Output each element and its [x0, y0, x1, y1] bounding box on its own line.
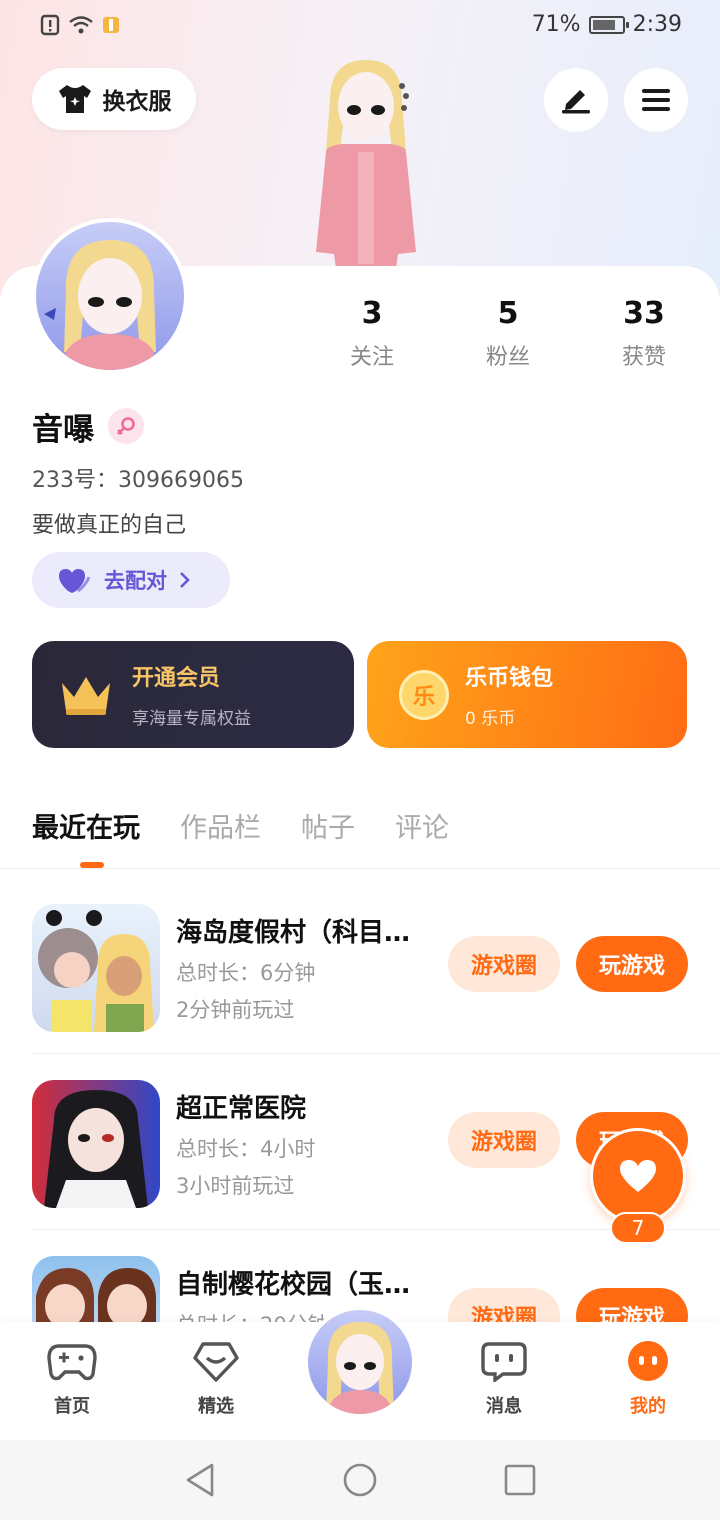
game-row[interactable]: 海岛度假村（科目… 总时长：6分钟 2分钟前玩过 游戏圈 玩游戏	[32, 904, 720, 1064]
nav-label-featured: 精选	[198, 1396, 234, 1417]
system-navigation-bar	[0, 1440, 720, 1520]
game-circle-button[interactable]: 游戏圈	[448, 1112, 560, 1168]
wallet-balance: 0 乐币	[465, 709, 516, 729]
edit-button[interactable]	[544, 68, 608, 132]
battery-percent: 71%	[531, 12, 581, 37]
featured-heart-icon	[193, 1342, 239, 1382]
stat-following-label: 关注	[349, 345, 394, 370]
back-triangle-icon[interactable]	[184, 1462, 216, 1498]
nav-item-messages[interactable]: 消息	[464, 1340, 544, 1418]
battery-icon	[588, 15, 629, 34]
game-title: 海岛度假村（科目…	[176, 918, 411, 948]
vip-title: 开通会员	[132, 666, 221, 691]
home-circle-icon[interactable]	[342, 1462, 378, 1498]
game-thumbnail	[32, 904, 160, 1032]
change-outfit-button[interactable]: 换衣服	[32, 68, 196, 130]
tshirt-icon	[58, 85, 91, 113]
tab-works[interactable]: 作品栏	[180, 806, 261, 845]
stat-following[interactable]: 3 关注	[322, 296, 422, 371]
avatar-3d-figure[interactable]	[296, 56, 436, 268]
hamburger-menu-icon	[642, 89, 670, 111]
nav-label-messages: 消息	[486, 1396, 522, 1417]
alert-icon	[40, 14, 60, 36]
row-divider	[32, 1053, 720, 1054]
nav-item-home[interactable]: 首页	[32, 1340, 112, 1418]
user-id: 233号：309669065	[32, 468, 244, 493]
game-circle-button[interactable]: 游戏圈	[448, 936, 560, 992]
chevron-right-icon	[180, 572, 190, 588]
floating-like-button[interactable]	[590, 1128, 686, 1224]
nav-item-me[interactable]: 我的	[608, 1340, 688, 1418]
tab-divider	[0, 868, 720, 869]
coin-icon: 乐	[399, 669, 449, 720]
menu-button[interactable]	[624, 68, 688, 132]
gender-female-icon	[108, 408, 144, 444]
recents-square-icon[interactable]	[504, 1464, 536, 1496]
wifi-icon	[69, 16, 93, 34]
game-duration: 总时长：4小时	[176, 1137, 316, 1161]
wallet-title: 乐币钱包	[465, 666, 554, 691]
tab-posts[interactable]: 帖子	[301, 806, 355, 845]
crown-icon	[62, 676, 110, 715]
profile-tabs: 最近在玩 作品栏 帖子 评论	[32, 806, 449, 845]
nav-label-home: 首页	[54, 1396, 90, 1417]
match-button[interactable]: 去配对	[32, 552, 230, 608]
match-button-label: 去配对	[104, 569, 167, 593]
stat-likes-label: 获赞	[621, 345, 666, 370]
wallet-card[interactable]: 乐 乐币钱包 0 乐币	[367, 641, 687, 748]
stat-likes[interactable]: 33 获赞	[594, 296, 694, 371]
status-bar: 71% 2:39	[0, 0, 720, 56]
like-count-badge: 7	[610, 1212, 666, 1244]
pencil-icon	[562, 90, 590, 114]
message-icon	[481, 1342, 527, 1384]
heart-pair-icon	[59, 569, 91, 593]
stat-fans-label: 粉丝	[485, 345, 530, 370]
vip-subtitle: 享海量专属权益	[132, 709, 251, 729]
username: 音嚗	[32, 412, 94, 448]
tab-recently-played[interactable]: 最近在玩	[32, 806, 140, 845]
tab-comments[interactable]: 评论	[395, 806, 449, 845]
nav-label-me: 我的	[630, 1396, 666, 1417]
game-last-played: 2分钟前玩过	[176, 998, 295, 1022]
coin-glyph: 乐	[412, 684, 435, 710]
game-title: 自制樱花校园（玉…	[176, 1270, 411, 1300]
profile-avatar[interactable]	[32, 218, 188, 374]
game-thumbnail	[32, 1080, 160, 1208]
notification-app-icon	[103, 17, 119, 33]
gamepad-icon	[47, 1344, 97, 1381]
user-bio: 要做真正的自己	[32, 513, 187, 538]
nav-item-featured[interactable]: 精选	[176, 1340, 256, 1418]
vip-membership-card[interactable]: 开通会员 享海量专属权益	[32, 641, 354, 748]
game-duration: 总时长：6分钟	[176, 961, 316, 985]
play-game-button[interactable]: 玩游戏	[576, 936, 688, 992]
game-title: 超正常医院	[176, 1094, 307, 1124]
stat-likes-value: 33	[623, 296, 665, 331]
clock: 2:39	[632, 12, 682, 37]
game-last-played: 3小时前玩过	[176, 1174, 295, 1198]
change-outfit-label: 换衣服	[102, 89, 172, 115]
stat-fans-value: 5	[497, 296, 519, 331]
status-icons-right: 71% 2:39	[532, 12, 682, 37]
center-avatar-button[interactable]	[304, 1306, 416, 1418]
stat-following-value: 3	[361, 296, 383, 331]
stat-fans[interactable]: 5 粉丝	[458, 296, 558, 371]
status-icons-left	[40, 14, 120, 36]
me-face-icon	[628, 1341, 668, 1381]
heart-icon	[620, 1160, 656, 1192]
